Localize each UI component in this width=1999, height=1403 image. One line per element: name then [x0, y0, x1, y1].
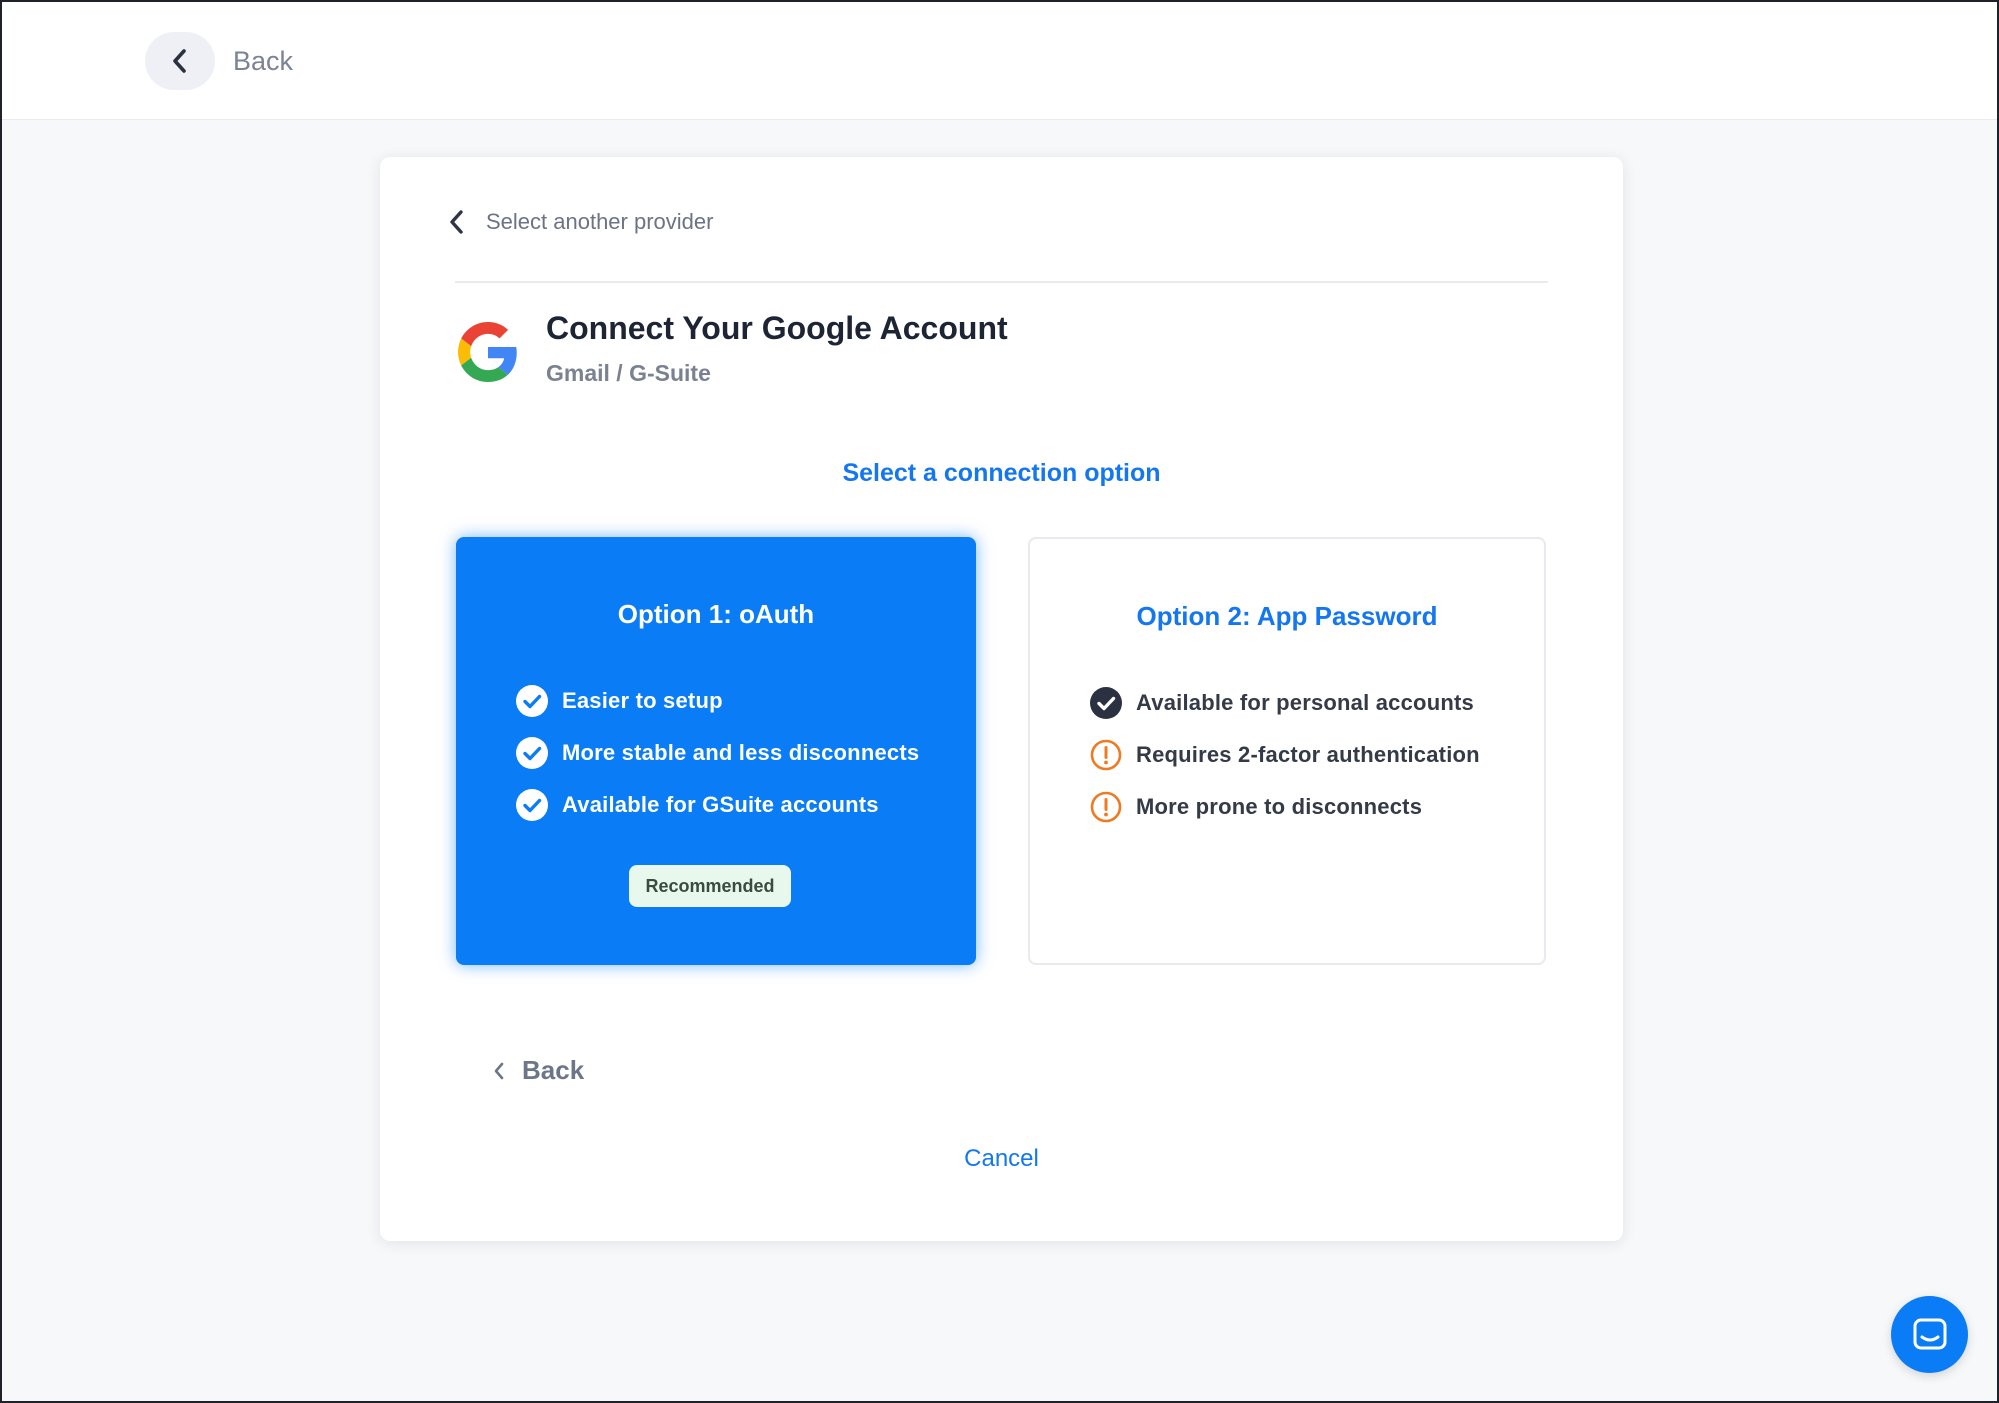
feature-item: Available for personal accounts: [1090, 677, 1480, 729]
chevron-left-icon: [494, 1062, 504, 1079]
page-title: Connect Your Google Account: [546, 310, 1008, 346]
check-circle-icon: [516, 685, 548, 717]
provider-link-label: Select another provider: [486, 209, 714, 234]
feature-text: Available for personal accounts: [1136, 690, 1474, 715]
feature-text: Requires 2-factor authentication: [1136, 742, 1480, 767]
option-title: Option 1: oAuth: [617, 599, 815, 629]
app-window: Back Select another provider Connect You…: [0, 0, 1999, 1403]
back-button[interactable]: Back: [492, 1055, 584, 1086]
top-bar: Back: [2, 2, 1997, 120]
feature-item: Requires 2-factor authentication: [1090, 729, 1480, 781]
feature-text: Easier to setup: [562, 688, 723, 713]
page-subtitle: Gmail / G-Suite: [546, 360, 711, 386]
feature-item: More stable and less disconnects: [516, 727, 919, 779]
chat-widget-button[interactable]: [1891, 1296, 1968, 1373]
feature-item: Available for GSuite accounts: [516, 779, 919, 831]
feature-text: More stable and less disconnects: [562, 740, 920, 765]
back-circle: [145, 32, 215, 90]
chevron-left-icon: [173, 49, 186, 73]
section-heading: Select a connection option: [842, 459, 1161, 487]
feature-item: More prone to disconnects: [1090, 781, 1480, 833]
divider: [455, 281, 1548, 283]
recommended-badge: Recommended: [629, 865, 791, 907]
top-back-label: Back: [233, 45, 294, 76]
feature-list: Easier to setup More stable and less dis…: [516, 675, 919, 831]
warning-circle-icon: [1090, 791, 1122, 823]
top-back-button[interactable]: Back: [145, 32, 293, 90]
feature-text: More prone to disconnects: [1136, 794, 1423, 819]
option-title: Option 2: App Password: [1136, 601, 1438, 631]
cancel-link[interactable]: Cancel: [380, 1145, 1623, 1173]
google-logo-icon: [458, 322, 517, 382]
check-circle-icon: [516, 789, 548, 821]
warning-circle-icon: [1090, 739, 1122, 771]
check-circle-icon: [1090, 687, 1122, 719]
chat-icon: [1913, 1318, 1946, 1349]
feature-text: Available for GSuite accounts: [562, 792, 879, 817]
connect-account-card: Select another provider Connect Your Goo…: [380, 157, 1623, 1241]
feature-list: Available for personal accounts Requires…: [1090, 677, 1480, 833]
chevron-left-icon: [450, 210, 463, 234]
check-circle-icon: [516, 737, 548, 769]
option-oauth-card[interactable]: Option 1: oAuth Easier to setup More sta…: [456, 537, 976, 965]
back-button-label: Back: [522, 1055, 585, 1085]
feature-item: Easier to setup: [516, 675, 919, 727]
option-app-password-card[interactable]: Option 2: App Password Available for per…: [1028, 537, 1546, 965]
select-another-provider-link[interactable]: Select another provider: [448, 209, 713, 235]
